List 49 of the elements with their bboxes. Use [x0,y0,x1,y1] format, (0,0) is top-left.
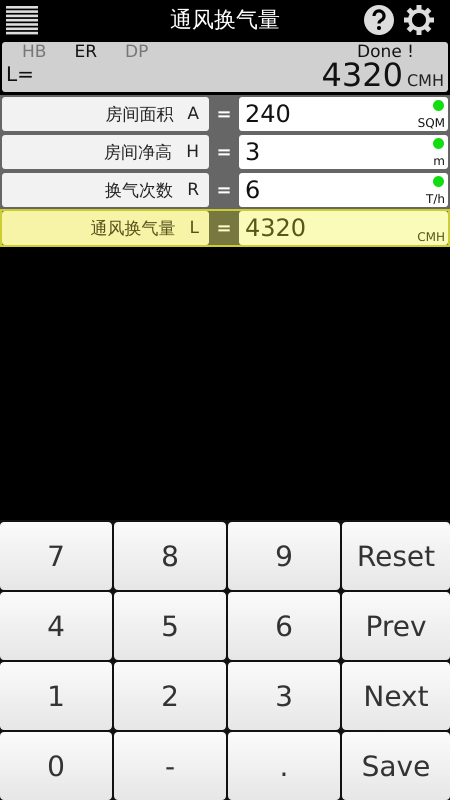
keypad-key[interactable]: 9 [228,522,340,590]
unit-label: T/h [426,192,445,206]
keypad-key[interactable]: 2 [114,662,226,730]
equals-sign: = [215,180,233,200]
keypad-key[interactable]: Next [342,662,450,730]
value-field[interactable]: 3 m [239,135,448,169]
screen-title: 通风换气量 [170,7,280,35]
row-label: 房间面积 [105,104,174,126]
keypad-key[interactable]: Reset [342,522,450,590]
value-field[interactable]: 4320 CMH [239,211,448,245]
keypad-key[interactable]: . [228,732,340,800]
mode-tab[interactable]: ER [74,42,98,62]
unit-label: SQM [418,116,445,130]
value-field[interactable]: 240 SQM [239,97,448,131]
keypad-key[interactable]: Prev [342,592,450,660]
keypad-key[interactable]: 4 [0,592,112,660]
unit-label: CMH [417,230,445,244]
equals-sign: = [215,142,233,162]
row-symbol: R [187,180,199,200]
input-row[interactable]: 房间面积 A = 240 SQM [2,97,448,131]
input-row[interactable]: 通风换气量 L = 4320 CMH [2,211,448,245]
unit-label: m [433,154,445,168]
settings-button[interactable] [404,5,434,35]
keypad-key[interactable]: 6 [228,592,340,660]
input-row[interactable]: 房间净高 H = 3 m [2,135,448,169]
row-label: 换气次数 [105,180,174,202]
row-symbol: H [186,142,199,162]
keypad-key[interactable]: Save [342,732,450,800]
row-label: 通风换气量 [90,218,176,240]
keypad-key[interactable]: 5 [114,592,226,660]
keypad-key[interactable]: 8 [114,522,226,590]
row-symbol: L [190,218,199,238]
input-row[interactable]: 换气次数 R = 6 T/h [2,173,448,207]
keypad-key[interactable]: - [114,732,226,800]
keypad-key[interactable]: 1 [0,662,112,730]
equals-sign: = [215,218,233,238]
keypad-key[interactable]: 7 [0,522,112,590]
row-label: 房间净高 [104,142,172,164]
keypad-key[interactable]: 0 [0,732,112,800]
keypad-key[interactable]: 3 [228,662,340,730]
row-symbol: A [187,104,199,124]
menu-icon [6,5,38,35]
result-unit: CMH [406,71,444,90]
equals-sign: = [215,104,233,124]
result-label: L= [6,62,35,86]
help-button[interactable] [364,5,394,35]
help-icon [364,5,394,35]
settings-icon [404,5,434,35]
value-field[interactable]: 6 T/h [239,173,448,207]
